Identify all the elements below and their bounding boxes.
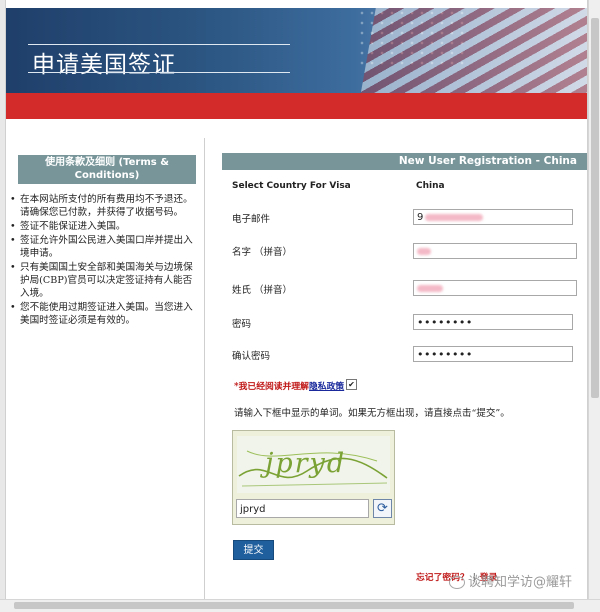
surname-label: 姓氏 （拼音） <box>232 285 293 296</box>
redacted-email <box>425 213 484 221</box>
vertical-scroll-thumb[interactable] <box>591 18 599 398</box>
watermark: 谈聘知学访@耀轩 <box>449 571 572 590</box>
country-value: China <box>416 181 445 191</box>
email-field[interactable]: 9 <box>413 209 573 225</box>
chat-bubble-icon <box>449 576 465 589</box>
terms-item: 签证不能保证进入美国。 <box>10 220 194 233</box>
captcha-box: jpryd jpryd ⟳ <box>232 430 395 525</box>
form-heading: New User Registration - China <box>222 153 587 170</box>
agree-checkbox[interactable]: ✔ <box>346 379 357 390</box>
email-label: 电子邮件 <box>232 214 271 225</box>
captcha-refresh-button[interactable]: ⟳ <box>373 499 392 518</box>
given-name-label: 名字 （拼音） <box>232 247 293 258</box>
redacted-given-name <box>417 247 431 255</box>
red-header-bar <box>6 93 587 119</box>
redacted-surname <box>417 284 443 292</box>
refresh-icon: ⟳ <box>377 501 388 516</box>
password-label: 密码 <box>232 319 252 330</box>
vertical-scrollbar[interactable] <box>588 0 600 600</box>
given-name-field[interactable] <box>413 243 577 259</box>
confirm-password-label: 确认密码 <box>232 351 271 362</box>
banner-divider-bottom <box>28 72 290 73</box>
agree-statement: *我已经阅读并理解隐私政策 <box>234 382 345 392</box>
captcha-image: jpryd <box>237 436 390 493</box>
confirm-password-field[interactable]: •••••••• <box>413 346 573 362</box>
banner-title: 申请美国签证 <box>32 52 176 78</box>
surname-field[interactable] <box>413 280 577 296</box>
country-label: Select Country For Visa <box>232 181 351 191</box>
terms-item: 只有美国国土安全部和美国海关与边境保护局(CBP)官员可以决定签证持有人能否入境… <box>10 261 194 300</box>
registration-form: New User Registration - China Select Cou… <box>220 138 587 611</box>
terms-list: 在本网站所支付的所有费用均不予退还。请确保您已付款，并获得了收据号码。 签证不能… <box>10 193 194 328</box>
terms-item: 签证允许外国公民进入美国口岸并提出入境申请。 <box>10 234 194 260</box>
captcha-input[interactable]: jpryd <box>236 499 369 518</box>
terms-heading: 使用条款及细则 (Terms & Conditions) <box>18 155 196 184</box>
captcha-instructions: 请输入下框中显示的单词。如果无方框出现，请直接点击“提交”。 <box>234 408 510 419</box>
password-field[interactable]: •••••••• <box>413 314 573 330</box>
terms-item: 在本网站所支付的所有费用均不予退还。请确保您已付款，并获得了收据号码。 <box>10 193 194 219</box>
horizontal-scroll-thumb[interactable] <box>14 602 574 609</box>
privacy-policy-link[interactable]: 隐私政策 <box>309 382 344 392</box>
terms-sidebar: 使用条款及细则 (Terms & Conditions) 在本网站所支付的所有费… <box>6 138 205 611</box>
terms-item: 您不能使用过期签证进入美国。当您进入美国时签证必须是有效的。 <box>10 301 194 327</box>
page: 申请美国签证 使用条款及细则 (Terms & Conditions) 在本网站… <box>6 0 587 611</box>
submit-button[interactable]: 提交 <box>233 540 274 560</box>
flag-stripes-decoration <box>356 8 587 93</box>
horizontal-scrollbar[interactable] <box>0 599 600 612</box>
captcha-word: jpryd <box>265 448 347 479</box>
header-banner: 申请美国签证 <box>6 8 587 93</box>
